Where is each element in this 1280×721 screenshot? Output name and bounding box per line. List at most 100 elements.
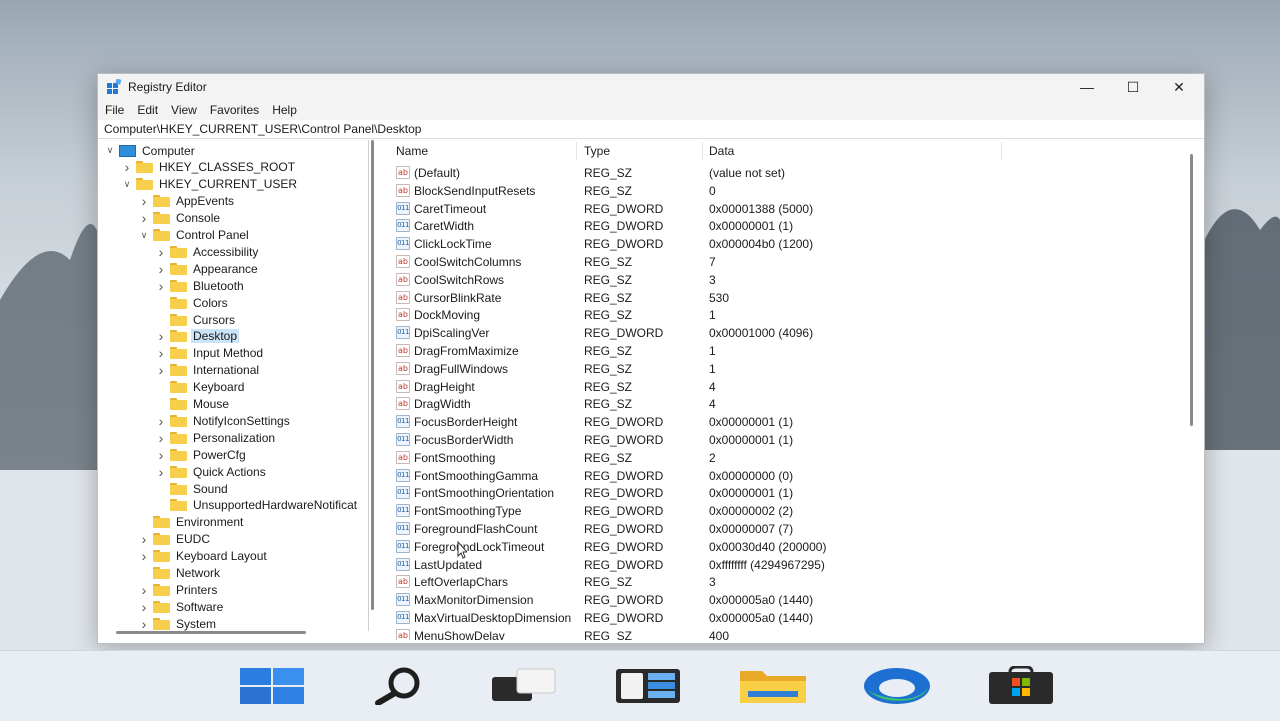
- tree-node-accessibility[interactable]: › Accessibility: [155, 243, 260, 260]
- tree-node-hkey-classes-root[interactable]: › HKEY_CLASSES_ROOT: [121, 159, 297, 176]
- tree-node-appearance[interactable]: › Appearance: [155, 260, 260, 277]
- tree-node-environment[interactable]: Environment: [138, 514, 245, 531]
- tree-node-network[interactable]: Network: [138, 565, 222, 582]
- start-button[interactable]: [237, 663, 307, 709]
- menu-view[interactable]: View: [164, 103, 203, 117]
- chevron-right-icon[interactable]: ›: [138, 598, 150, 615]
- column-name[interactable]: Name: [396, 140, 428, 162]
- tree-vertical-scrollbar[interactable]: [370, 140, 376, 631]
- value-row[interactable]: ab BlockSendInputResets REG_SZ 0: [386, 182, 1086, 200]
- chevron-right-icon[interactable]: ›: [155, 243, 167, 260]
- chevron-right-icon[interactable]: ›: [138, 531, 150, 548]
- value-row[interactable]: 011 FontSmoothingType REG_DWORD 0x00000002 …: [386, 502, 1086, 520]
- address-path[interactable]: Computer\HKEY_CURRENT_USER\Control Panel…: [104, 122, 421, 136]
- tree-node-control-panel[interactable]: ∨ Control Panel: [138, 227, 251, 244]
- search-button[interactable]: [364, 663, 434, 709]
- chevron-right-icon[interactable]: ›: [138, 548, 150, 565]
- tree-horizontal-scrollbar[interactable]: [116, 631, 306, 634]
- value-row[interactable]: ab CoolSwitchRows REG_SZ 3: [386, 271, 1086, 289]
- value-row[interactable]: 011 FocusBorderWidth REG_DWORD 0x00000001 (…: [386, 431, 1086, 449]
- store-button[interactable]: [986, 663, 1056, 709]
- value-row[interactable]: ab DragFullWindows REG_SZ 1: [386, 360, 1086, 378]
- tree-node-printers[interactable]: › Printers: [138, 581, 219, 598]
- tree-scroll-thumb[interactable]: [371, 140, 374, 610]
- chevron-right-icon[interactable]: ›: [138, 581, 150, 598]
- tree-node-appevents[interactable]: › AppEvents: [138, 193, 236, 210]
- tree-node-hkey-current-user[interactable]: ∨ HKEY_CURRENT_USER: [121, 176, 299, 193]
- value-row[interactable]: ab MenuShowDelay REG_SZ 400: [386, 627, 1086, 640]
- chevron-right-icon[interactable]: ›: [138, 210, 150, 227]
- tree-node-cursors[interactable]: Cursors: [155, 311, 237, 328]
- chevron-right-icon[interactable]: ›: [155, 446, 167, 463]
- tree-node-mouse[interactable]: Mouse: [155, 396, 231, 413]
- tree-node-notifyiconsettings[interactable]: › NotifyIconSettings: [155, 412, 292, 429]
- value-row[interactable]: 011 FontSmoothingOrientation REG_DWORD 0x00…: [386, 484, 1086, 502]
- chevron-right-icon[interactable]: ›: [155, 429, 167, 446]
- value-row[interactable]: 011 ForegroundLockTimeout REG_DWORD 0x00030…: [386, 538, 1086, 556]
- value-row[interactable]: 011 FocusBorderHeight REG_DWORD 0x00000001 …: [386, 413, 1086, 431]
- value-row[interactable]: ab DragFromMaximize REG_SZ 1: [386, 342, 1086, 360]
- chevron-right-icon[interactable]: ›: [155, 260, 167, 277]
- value-row[interactable]: ab LeftOverlapChars REG_SZ 3: [386, 573, 1086, 591]
- value-row[interactable]: 011 MaxMonitorDimension REG_DWORD 0x000005a…: [386, 591, 1086, 609]
- minimize-button[interactable]: —: [1064, 74, 1110, 100]
- close-button[interactable]: ✕: [1156, 74, 1202, 100]
- values-vertical-scrollbar[interactable]: [1190, 154, 1193, 426]
- column-divider[interactable]: [702, 142, 703, 160]
- edge-button[interactable]: [862, 663, 932, 709]
- chevron-right-icon[interactable]: ›: [138, 193, 150, 210]
- chevron-right-icon[interactable]: ›: [155, 277, 167, 294]
- chevron-down-icon[interactable]: ∨: [138, 227, 150, 244]
- file-explorer-button[interactable]: [738, 663, 808, 709]
- value-row[interactable]: ab CoolSwitchColumns REG_SZ 7: [386, 253, 1086, 271]
- value-row[interactable]: 011 CaretTimeout REG_DWORD 0x00001388 (5000…: [386, 200, 1086, 218]
- task-view-button[interactable]: [488, 663, 558, 709]
- tree-node-colors[interactable]: Colors: [155, 294, 230, 311]
- menu-favorites[interactable]: Favorites: [203, 103, 265, 117]
- column-data[interactable]: Data: [709, 140, 734, 162]
- tree-node-desktop[interactable]: › Desktop: [155, 328, 240, 345]
- column-divider[interactable]: [576, 142, 577, 160]
- tree-node-quick-actions[interactable]: › Quick Actions: [155, 463, 268, 480]
- tree-node-sound[interactable]: Sound: [155, 480, 230, 497]
- tree-node-eudc[interactable]: › EUDC: [138, 531, 212, 548]
- chevron-right-icon[interactable]: ›: [155, 328, 167, 345]
- tree-node-bluetooth[interactable]: › Bluetooth: [155, 277, 246, 294]
- menu-edit[interactable]: Edit: [130, 103, 164, 117]
- maximize-button[interactable]: ☐: [1110, 74, 1156, 100]
- tree-node-console[interactable]: › Console: [138, 210, 222, 227]
- value-row[interactable]: 011 ClickLockTime REG_DWORD 0x000004b0 (120…: [386, 235, 1086, 253]
- tree-node-input-method[interactable]: › Input Method: [155, 345, 265, 362]
- chevron-right-icon[interactable]: ›: [155, 463, 167, 480]
- widgets-button[interactable]: [613, 663, 683, 709]
- value-row[interactable]: ab CursorBlinkRate REG_SZ 530: [386, 289, 1086, 307]
- value-row[interactable]: ab DragWidth REG_SZ 4: [386, 395, 1086, 413]
- value-row[interactable]: ab FontSmoothing REG_SZ 2: [386, 449, 1086, 467]
- value-row[interactable]: 011 MaxVirtualDesktopDimension REG_DWORD 0x…: [386, 609, 1086, 627]
- value-row[interactable]: 011 ForegroundFlashCount REG_DWORD 0x000000…: [386, 520, 1086, 538]
- tree-node-system[interactable]: › System: [138, 615, 218, 631]
- chevron-down-icon[interactable]: ∨: [121, 176, 133, 193]
- tree-node-computer[interactable]: ∨ Computer: [104, 142, 197, 159]
- chevron-down-icon[interactable]: ∨: [104, 142, 116, 159]
- chevron-right-icon[interactable]: ›: [155, 345, 167, 362]
- tree-node-keyboard-layout[interactable]: › Keyboard Layout: [138, 548, 269, 565]
- tree-node-personalization[interactable]: › Personalization: [155, 429, 277, 446]
- tree-node-keyboard[interactable]: Keyboard: [155, 379, 246, 396]
- chevron-right-icon[interactable]: ›: [138, 615, 150, 631]
- value-row[interactable]: 011 DpiScalingVer REG_DWORD 0x00001000 (409…: [386, 324, 1086, 342]
- chevron-right-icon[interactable]: ›: [155, 412, 167, 429]
- address-bar[interactable]: Computer\HKEY_CURRENT_USER\Control Panel…: [98, 120, 1204, 139]
- chevron-right-icon[interactable]: ›: [121, 159, 133, 176]
- chevron-right-icon[interactable]: ›: [155, 362, 167, 379]
- value-row[interactable]: 011 FontSmoothingGamma REG_DWORD 0x00000000…: [386, 467, 1086, 485]
- menu-file[interactable]: File: [98, 103, 130, 117]
- value-row[interactable]: ab (Default) REG_SZ (value not set): [386, 164, 1086, 182]
- tree-node-unsupportedhardwarenotificat[interactable]: UnsupportedHardwareNotificat: [155, 497, 359, 514]
- value-row[interactable]: 011 LastUpdated REG_DWORD 0xffffffff (42949…: [386, 556, 1086, 574]
- title-bar[interactable]: Registry Editor — ☐ ✕: [98, 74, 1204, 100]
- menu-help[interactable]: Help: [265, 103, 303, 117]
- column-divider[interactable]: [1001, 142, 1002, 160]
- tree-node-software[interactable]: › Software: [138, 598, 225, 615]
- column-type[interactable]: Type: [584, 140, 610, 162]
